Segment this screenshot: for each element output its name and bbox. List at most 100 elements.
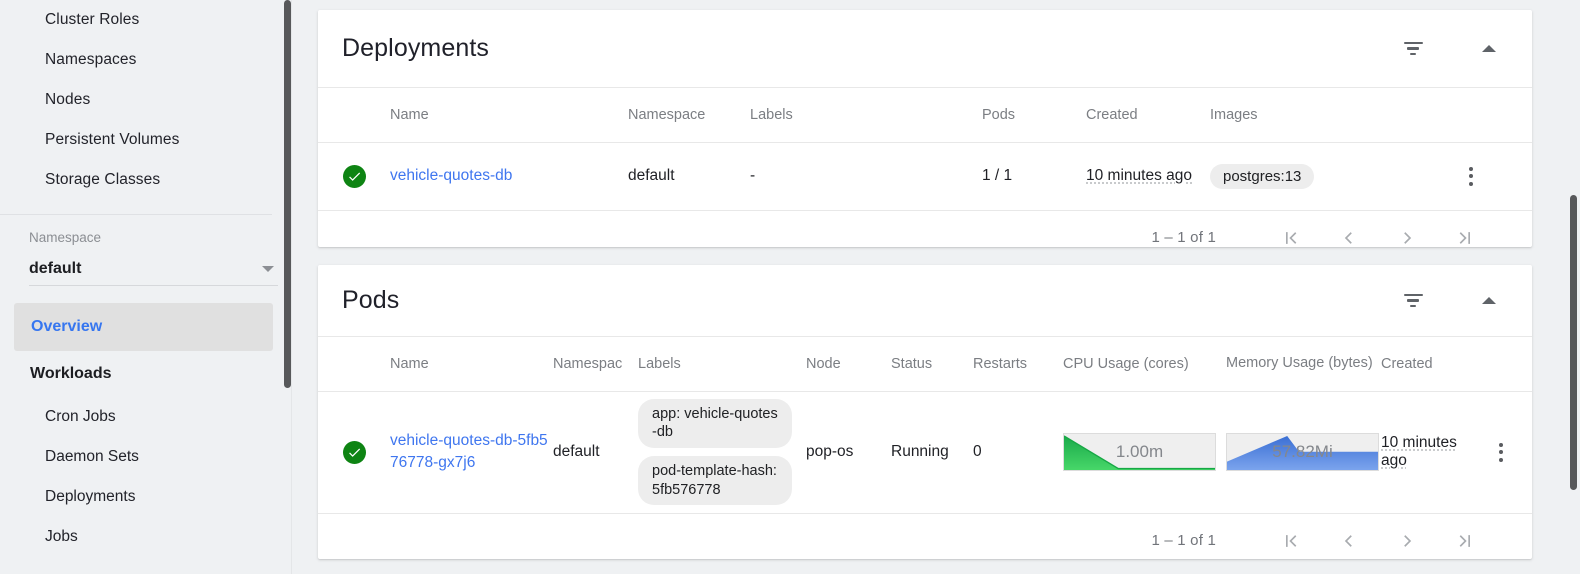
namespace-select[interactable]: default — [29, 252, 278, 286]
deployments-filter-button[interactable] — [1392, 28, 1434, 70]
sidebar-item-label: Jobs — [45, 528, 78, 545]
row-restarts-cell: 0 — [973, 391, 1063, 514]
col-cpu-usage: CPU Usage (cores) — [1063, 337, 1226, 392]
check-circle-icon — [342, 440, 366, 464]
image-chip: postgres:13 — [1210, 163, 1315, 189]
col-node: Node — [806, 337, 891, 392]
prev-page-button[interactable] — [1320, 521, 1378, 561]
sidebar-item-label: Storage Classes — [45, 171, 161, 188]
col-namespace: Namespac — [553, 337, 638, 392]
sidebar-item-label: Deployments — [45, 488, 136, 505]
col-images: Images — [1210, 88, 1410, 143]
col-namespace: Namespace — [628, 88, 750, 143]
pods-collapse-button[interactable] — [1468, 280, 1510, 322]
table-row[interactable]: vehicle-quotes-db default - 1 / 1 10 min… — [318, 142, 1532, 211]
sidebar-scrollbar[interactable] — [284, 0, 291, 574]
col-labels: Labels — [750, 88, 982, 143]
sidebar-item-label: Daemon Sets — [45, 448, 139, 465]
filter-icon — [1403, 293, 1423, 308]
deployment-name-link[interactable]: vehicle-quotes-db — [390, 167, 512, 184]
col-memory-usage: Memory Usage (bytes) — [1226, 337, 1381, 392]
col-restarts: Restarts — [973, 337, 1063, 392]
sidebar-item-overview[interactable]: Overview — [14, 303, 273, 351]
pods-card: Pods Name Namespac Labels Node Status Re… — [318, 265, 1532, 559]
sidebar-item-cluster-roles[interactable]: Cluster Roles — [0, 0, 292, 40]
row-actions-cell — [1410, 142, 1532, 211]
namespace-selected-value: default — [29, 259, 82, 277]
pods-pagination: 1 – 1 of 1 — [318, 514, 1532, 568]
deployments-pagination: 1 – 1 of 1 — [318, 211, 1532, 265]
sidebar-item-jobs[interactable]: Jobs — [0, 517, 292, 557]
sidebar-divider — [0, 214, 272, 215]
col-pod-status: Status — [891, 337, 973, 392]
prev-page-button[interactable] — [1320, 218, 1378, 258]
first-page-button[interactable] — [1262, 521, 1320, 561]
content-scrollbar-thumb[interactable] — [1570, 195, 1577, 490]
col-name: Name — [390, 88, 628, 143]
created-timestamp: 10 minutes ago — [1381, 434, 1457, 469]
sidebar-item-label: Cron Jobs — [45, 408, 116, 425]
row-namespace-cell: default — [628, 142, 750, 211]
sidebar-item-namespaces[interactable]: Namespaces — [0, 40, 292, 80]
sidebar-item-persistent-volumes[interactable]: Persistent Volumes — [0, 120, 292, 160]
deployments-card-header: Deployments — [318, 10, 1532, 88]
sidebar-group-workloads[interactable]: Workloads — [0, 351, 292, 397]
row-actions-cell — [1469, 391, 1532, 514]
pods-header-row: Name Namespac Labels Node Status Restart… — [318, 337, 1532, 392]
col-status — [318, 337, 390, 392]
sidebar-group-label: Workloads — [30, 365, 112, 382]
pods-card-header: Pods — [318, 265, 1532, 337]
next-page-button[interactable] — [1378, 218, 1436, 258]
table-row[interactable]: vehicle-quotes-db-5fb576778-gx7j6 defaul… — [318, 391, 1532, 514]
pod-name-link[interactable]: vehicle-quotes-db-5fb576778-gx7j6 — [390, 432, 548, 471]
row-name-cell: vehicle-quotes-db — [390, 142, 628, 211]
pagination-range: 1 – 1 of 1 — [1151, 532, 1216, 549]
kebab-menu-icon[interactable] — [1456, 161, 1486, 191]
filter-icon — [1403, 41, 1423, 56]
col-actions — [1469, 337, 1532, 392]
pagination-range: 1 – 1 of 1 — [1151, 229, 1216, 246]
row-namespace-cell: default — [553, 391, 638, 514]
col-name: Name — [390, 337, 553, 392]
row-labels-cell: - — [750, 142, 982, 211]
deployments-title: Deployments — [342, 34, 489, 62]
sidebar-item-label: Persistent Volumes — [45, 131, 180, 148]
sidebar-scrollbar-thumb[interactable] — [284, 0, 291, 388]
last-page-button[interactable] — [1436, 521, 1494, 561]
col-pods: Pods — [982, 88, 1086, 143]
deployments-table: Name Namespace Labels Pods Created Image… — [318, 88, 1532, 211]
kebab-menu-icon[interactable] — [1486, 437, 1516, 467]
sidebar-item-storage-classes[interactable]: Storage Classes — [0, 160, 292, 200]
label-chip: pod-template-hash: 5fb576778 — [638, 456, 792, 506]
row-status-cell — [318, 391, 390, 514]
memory-usage-value: 57.82Mi — [1272, 442, 1333, 461]
pods-filter-button[interactable] — [1392, 280, 1434, 322]
sidebar-item-nodes[interactable]: Nodes — [0, 80, 292, 120]
sidebar: Cluster Roles Namespaces Nodes Persisten… — [0, 0, 292, 574]
first-page-button[interactable] — [1262, 218, 1320, 258]
row-cpu-cell: 1.00m — [1063, 391, 1226, 514]
sidebar-item-deployments[interactable]: Deployments — [0, 477, 292, 517]
main-content: Deployments Name Namespace Labels Pods C… — [292, 0, 1580, 574]
row-node-cell: pop-os — [806, 391, 891, 514]
cpu-usage-value: 1.00m — [1115, 442, 1164, 461]
sidebar-item-daemon-sets[interactable]: Daemon Sets — [0, 437, 292, 477]
sidebar-item-cron-jobs[interactable]: Cron Jobs — [0, 397, 292, 437]
created-timestamp: 10 minutes ago — [1086, 167, 1192, 184]
deployments-card: Deployments Name Namespace Labels Pods C… — [318, 10, 1532, 247]
row-status-cell — [318, 142, 390, 211]
row-labels-cell: app: vehicle-quotes-db pod-template-hash… — [638, 391, 806, 514]
memory-usage-sparkline: 57.82Mi — [1226, 433, 1379, 471]
content-scrollbar[interactable] — [1570, 0, 1577, 574]
pods-title: Pods — [342, 286, 400, 314]
next-page-button[interactable] — [1378, 521, 1436, 561]
row-pods-cell: 1 / 1 — [982, 142, 1086, 211]
row-images-cell: postgres:13 — [1210, 142, 1410, 211]
last-page-button[interactable] — [1436, 218, 1494, 258]
col-created: Created — [1086, 88, 1210, 143]
cpu-usage-sparkline: 1.00m — [1063, 433, 1216, 471]
label-chip: app: vehicle-quotes-db — [638, 398, 792, 448]
sidebar-item-label: Nodes — [45, 91, 91, 108]
chevron-down-icon — [262, 265, 274, 272]
deployments-collapse-button[interactable] — [1468, 28, 1510, 70]
